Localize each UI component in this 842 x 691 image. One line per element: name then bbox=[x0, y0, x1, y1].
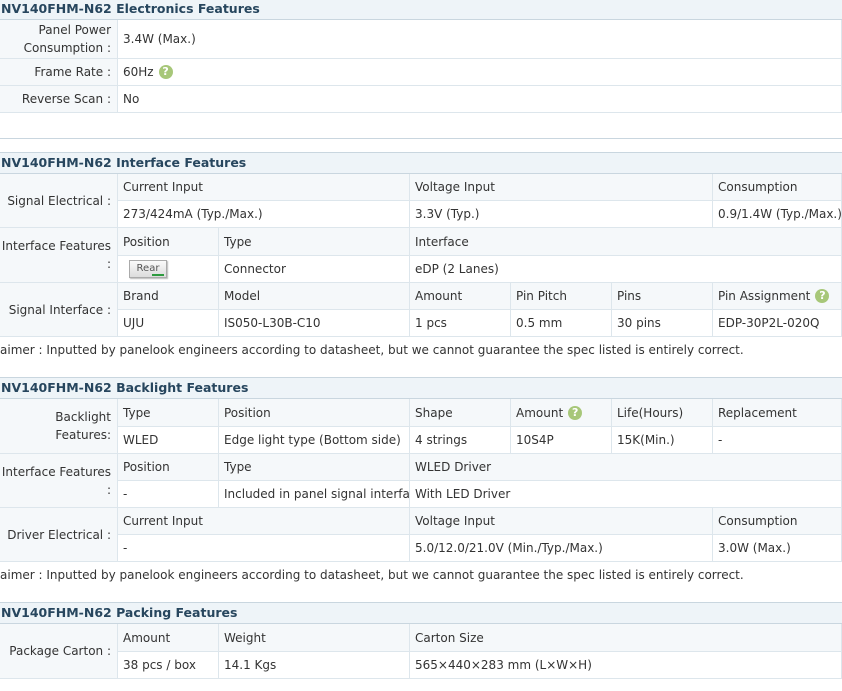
header-consumption: Consumption bbox=[713, 174, 842, 201]
pk-amount-value: 38 pcs / box bbox=[118, 652, 219, 679]
pins-value: 30 pins bbox=[612, 310, 713, 337]
header-bl-type: Type bbox=[118, 399, 219, 427]
header-drv-consumption: Consumption bbox=[713, 508, 842, 535]
header-pin-pitch: Pin Pitch bbox=[511, 283, 612, 310]
header-pin-assignment: Pin Assignment bbox=[718, 289, 811, 303]
header-interface: Interface bbox=[410, 228, 842, 256]
header-bl-amount-cell: Amount ? bbox=[511, 399, 612, 427]
pin-assignment-value: EDP-30P2L-020Q bbox=[713, 310, 842, 337]
current-input-value: 273/424mA (Typ./Max.) bbox=[118, 201, 410, 228]
bl-interface-features-label: Interface Features : bbox=[0, 454, 118, 508]
interface-section-title: NV140FHM-N62 Interface Features bbox=[0, 152, 842, 174]
header-bl-amount: Amount bbox=[516, 405, 564, 420]
section-divider bbox=[0, 138, 842, 139]
voltage-input-value: 3.3V (Typ.) bbox=[410, 201, 713, 228]
pk-weight-value: 14.1 Kgs bbox=[219, 652, 410, 679]
type-value: Connector bbox=[219, 256, 410, 283]
header-drv-voltage-input: Voltage Input bbox=[410, 508, 713, 535]
drv-consumption-value: 3.0W (Max.) bbox=[713, 535, 842, 562]
signal-electrical-label: Signal Electrical : bbox=[0, 174, 118, 228]
interface-value: eDP (2 Lanes) bbox=[410, 256, 842, 283]
bl-life-value: 15K(Min.) bbox=[612, 427, 713, 454]
rear-indicator bbox=[152, 274, 164, 276]
header-pin-assignment-cell: Pin Assignment ? bbox=[713, 283, 842, 310]
rear-button-label: Rear bbox=[136, 263, 160, 274]
header-bl-life: Life(Hours) bbox=[612, 399, 713, 427]
header-carton-size: Carton Size bbox=[410, 624, 842, 652]
driver-electrical-label: Driver Electrical : bbox=[0, 508, 118, 562]
carton-size-value: 565×440×283 mm (L×W×H) bbox=[410, 652, 842, 679]
backlight-section-title: NV140FHM-N62 Backlight Features bbox=[0, 377, 842, 399]
header-pk-weight: Weight bbox=[219, 624, 410, 652]
bl-replacement-value: - bbox=[713, 427, 842, 454]
packing-section-title: NV140FHM-N62 Packing Features bbox=[0, 602, 842, 624]
backlight-disclaimer: aimer : Inputted by panelook engineers a… bbox=[0, 568, 744, 582]
bl-if-position-value: - bbox=[118, 481, 219, 508]
header-wled-driver: WLED Driver bbox=[410, 454, 842, 481]
pin-pitch-value: 0.5 mm bbox=[511, 310, 612, 337]
header-voltage-input: Voltage Input bbox=[410, 174, 713, 201]
help-icon[interactable]: ? bbox=[815, 289, 830, 303]
amount-value: 1 pcs bbox=[410, 310, 511, 337]
bl-if-type-value: Included in panel signal interface bbox=[219, 481, 424, 508]
signal-interface-label: Signal Interface : bbox=[0, 283, 118, 337]
bl-shape-value: 4 strings bbox=[410, 427, 511, 454]
header-current-input: Current Input bbox=[118, 174, 410, 201]
header-model: Model bbox=[219, 283, 410, 310]
bl-amount-value: 10S4P bbox=[511, 427, 612, 454]
drv-current-input-value: - bbox=[118, 535, 410, 562]
electronics-section-title: NV140FHM-N62 Electronics Features bbox=[0, 0, 842, 20]
brand-value: UJU bbox=[118, 310, 219, 337]
reverse-scan-label: Reverse Scan : bbox=[0, 86, 118, 113]
panel-power-label: Panel Power Consumption : bbox=[0, 20, 118, 59]
drv-voltage-input-value: 5.0/12.0/21.0V (Min./Typ./Max.) bbox=[410, 535, 713, 562]
backlight-features-label: Backlight Features: bbox=[0, 399, 118, 454]
header-pins: Pins bbox=[612, 283, 713, 310]
frame-rate-cell: 60Hz ? bbox=[118, 59, 842, 86]
consumption-value: 0.9/1.4W (Typ./Max.) bbox=[713, 201, 842, 228]
panel-power-value: 3.4W (Max.) bbox=[118, 20, 842, 59]
rear-position-button[interactable]: Rear bbox=[129, 260, 167, 278]
help-icon[interactable]: ? bbox=[568, 405, 583, 420]
header-bl-position: Position bbox=[219, 399, 410, 427]
bl-type-value: WLED bbox=[118, 427, 219, 454]
header-position: Position bbox=[118, 228, 219, 256]
header-drv-current-input: Current Input bbox=[118, 508, 410, 535]
bl-position-value: Edge light type (Bottom side) bbox=[219, 427, 410, 454]
header-bl-if-type: Type bbox=[219, 454, 410, 481]
header-bl-if-position: Position bbox=[118, 454, 219, 481]
frame-rate-value: 60Hz bbox=[123, 65, 154, 79]
frame-rate-label: Frame Rate : bbox=[0, 59, 118, 86]
model-value: IS050-L30B-C10 bbox=[219, 310, 410, 337]
interface-features-label: Interface Features : bbox=[0, 228, 118, 283]
help-icon[interactable]: ? bbox=[158, 65, 173, 79]
header-brand: Brand bbox=[118, 283, 219, 310]
wled-driver-value: With LED Driver bbox=[410, 481, 842, 508]
interface-disclaimer: aimer : Inputted by panelook engineers a… bbox=[0, 343, 744, 357]
header-pk-amount: Amount bbox=[118, 624, 219, 652]
header-type: Type bbox=[219, 228, 410, 256]
position-cell: Rear bbox=[118, 256, 219, 283]
header-bl-shape: Shape bbox=[410, 399, 511, 427]
header-amount: Amount bbox=[410, 283, 511, 310]
header-bl-replacement: Replacement bbox=[713, 399, 842, 427]
reverse-scan-value: No bbox=[118, 86, 842, 113]
package-carton-label: Package Carton : bbox=[0, 624, 118, 679]
